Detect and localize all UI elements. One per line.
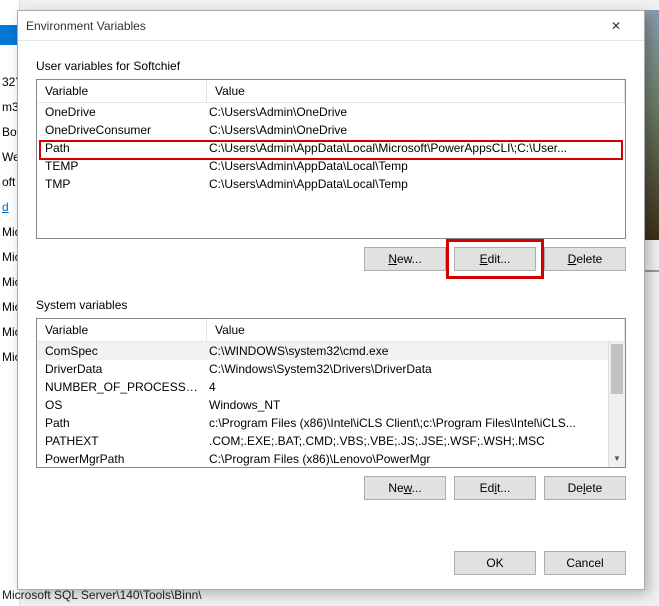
system-variables-group: System variables Variable Value ComSpecC…: [36, 298, 626, 500]
user-header-variable[interactable]: Variable: [37, 80, 207, 102]
user-delete-button[interactable]: Delete: [544, 247, 626, 271]
system-row-value: c:\Program Files (x86)\Intel\iCLS Client…: [207, 414, 608, 432]
user-row[interactable]: OneDriveC:\Users\Admin\OneDrive: [37, 103, 625, 121]
user-row-variable: TEMP: [37, 157, 207, 175]
user-row-value: C:\Users\Admin\OneDrive: [207, 121, 625, 139]
user-variables-group: User variables for Softchief Variable Va…: [36, 59, 626, 271]
user-new-button[interactable]: New...: [364, 247, 446, 271]
user-variables-label: User variables for Softchief: [36, 59, 626, 73]
user-buttons-row: New... Edit... Delete: [36, 247, 626, 271]
scroll-down-icon[interactable]: ▼: [609, 450, 625, 467]
system-variables-label: System variables: [36, 298, 626, 312]
system-row-value: C:\Program Files (x86)\Lenovo\PowerMgr: [207, 450, 608, 467]
system-buttons-row: New... Edit... Delete: [36, 476, 626, 500]
ok-button[interactable]: OK: [454, 551, 536, 575]
system-header-variable[interactable]: Variable: [37, 319, 207, 341]
user-row-value: C:\Users\Admin\AppData\Local\Temp: [207, 157, 625, 175]
user-row[interactable]: PathC:\Users\Admin\AppData\Local\Microso…: [37, 139, 625, 157]
system-row[interactable]: OSWindows_NT: [37, 396, 608, 414]
system-list-header: Variable Value: [37, 319, 625, 342]
system-row[interactable]: Pathc:\Program Files (x86)\Intel\iCLS Cl…: [37, 414, 608, 432]
system-row-variable: ComSpec: [37, 342, 207, 360]
window-title: Environment Variables: [26, 19, 596, 33]
system-edit-button[interactable]: Edit...: [454, 476, 536, 500]
system-list-scrollbar[interactable]: ▲ ▼: [608, 342, 625, 467]
system-row-value: C:\Windows\System32\Drivers\DriverData: [207, 360, 608, 378]
system-row[interactable]: PowerMgrPathC:\Program Files (x86)\Lenov…: [37, 450, 608, 467]
user-list-header: Variable Value: [37, 80, 625, 103]
system-row-value: Windows_NT: [207, 396, 608, 414]
system-row-value: C:\WINDOWS\system32\cmd.exe: [207, 342, 608, 360]
system-row-value: .COM;.EXE;.BAT;.CMD;.VBS;.VBE;.JS;.JSE;.…: [207, 432, 608, 450]
user-row[interactable]: TEMPC:\Users\Admin\AppData\Local\Temp: [37, 157, 625, 175]
user-row-variable: TMP: [37, 175, 207, 193]
user-row-value: C:\Users\Admin\AppData\Local\Microsoft\P…: [207, 139, 625, 157]
system-header-value[interactable]: Value: [207, 319, 625, 341]
user-row-variable: Path: [37, 139, 207, 157]
system-row-variable: DriverData: [37, 360, 207, 378]
system-row-variable: NUMBER_OF_PROCESSORS: [37, 378, 207, 396]
system-variables-list[interactable]: Variable Value ComSpecC:\WINDOWS\system3…: [36, 318, 626, 468]
close-icon: ✕: [611, 19, 621, 33]
system-row-variable: Path: [37, 414, 207, 432]
background-right-line: [645, 270, 659, 272]
environment-variables-dialog: Environment Variables ✕ User variables f…: [17, 10, 645, 590]
system-row-variable: PATHEXT: [37, 432, 207, 450]
system-row[interactable]: ComSpecC:\WINDOWS\system32\cmd.exe: [37, 342, 608, 360]
close-button[interactable]: ✕: [596, 12, 636, 40]
user-edit-button[interactable]: Edit...: [454, 247, 536, 271]
cancel-button[interactable]: Cancel: [544, 551, 626, 575]
dialog-content: User variables for Softchief Variable Va…: [18, 41, 644, 551]
user-row-value: C:\Users\Admin\AppData\Local\Temp: [207, 175, 625, 193]
system-row-value: 4: [207, 378, 608, 396]
user-variables-list[interactable]: Variable Value OneDriveC:\Users\Admin\On…: [36, 79, 626, 239]
system-row[interactable]: DriverDataC:\Windows\System32\Drivers\Dr…: [37, 360, 608, 378]
titlebar: Environment Variables ✕: [18, 11, 644, 41]
user-row-value: C:\Users\Admin\OneDrive: [207, 103, 625, 121]
system-row-variable: OS: [37, 396, 207, 414]
system-new-button[interactable]: New...: [364, 476, 446, 500]
system-row[interactable]: PATHEXT.COM;.EXE;.BAT;.CMD;.VBS;.VBE;.JS…: [37, 432, 608, 450]
user-header-value[interactable]: Value: [207, 80, 625, 102]
user-row[interactable]: OneDriveConsumerC:\Users\Admin\OneDrive: [37, 121, 625, 139]
scroll-thumb[interactable]: [611, 344, 623, 394]
user-row-variable: OneDrive: [37, 103, 207, 121]
system-row[interactable]: NUMBER_OF_PROCESSORS4: [37, 378, 608, 396]
background-right-image: [645, 10, 659, 240]
user-row-variable: OneDriveConsumer: [37, 121, 207, 139]
system-row-variable: PowerMgrPath: [37, 450, 207, 467]
system-delete-button[interactable]: Delete: [544, 476, 626, 500]
dialog-buttons-row: OK Cancel: [18, 551, 644, 589]
user-row[interactable]: TMPC:\Users\Admin\AppData\Local\Temp: [37, 175, 625, 193]
